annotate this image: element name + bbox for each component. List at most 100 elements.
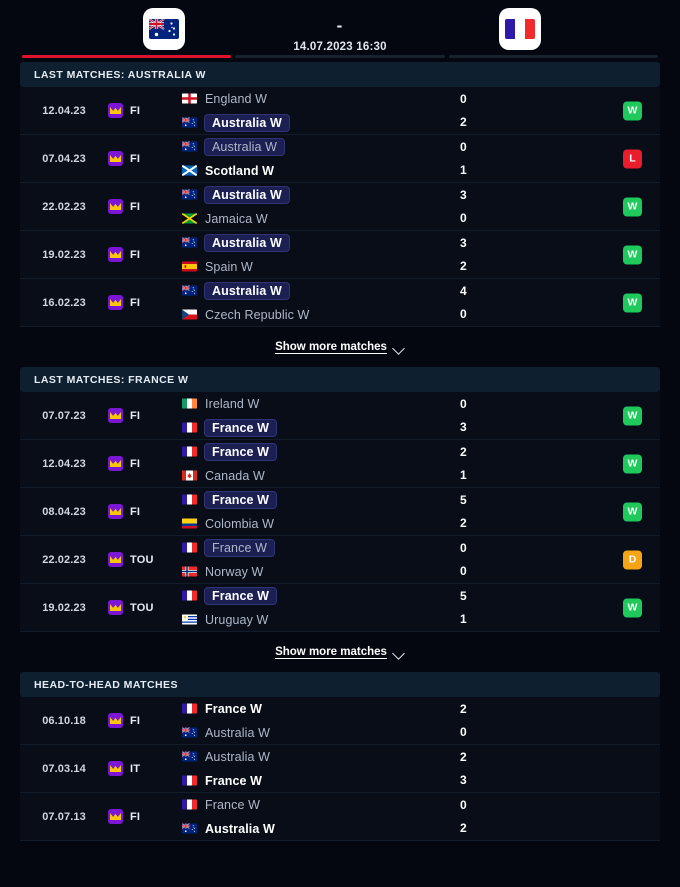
home-team-line[interactable]: Australia W: [182, 279, 660, 303]
team-flag-icon: [182, 470, 197, 481]
away-team-line[interactable]: Australia W: [182, 721, 660, 745]
match-row[interactable]: 22.02.23 TOU France W Norway W00D: [20, 536, 660, 584]
match-row[interactable]: 07.04.23 FI Australia W Scotland W01L: [20, 135, 660, 183]
result-badge: W: [623, 293, 642, 312]
match-row[interactable]: 06.10.18 FI France W Australia W20: [20, 697, 660, 745]
tab-strip[interactable]: [0, 55, 680, 62]
match-row[interactable]: 08.04.23 FI France W Colombia W52W: [20, 488, 660, 536]
section-spacer: [0, 841, 680, 855]
result-badge: W: [623, 454, 642, 473]
match-row[interactable]: 12.04.23 FI France W Canada W21W: [20, 440, 660, 488]
team-name: Spain W: [205, 259, 253, 274]
away-team-line[interactable]: Norway W: [182, 560, 660, 584]
home-score: 2: [460, 701, 467, 716]
score-cell: 21: [460, 440, 467, 487]
home-team-line[interactable]: France W: [182, 584, 660, 608]
competition-abbr: TOU: [130, 553, 154, 566]
team-name: Czech Republic W: [205, 307, 310, 322]
home-team-line[interactable]: Australia W: [182, 745, 660, 769]
competition-logo-icon: [108, 103, 123, 118]
home-team-line[interactable]: Australia W: [182, 183, 660, 207]
teams-cell: Australia W Scotland W: [182, 135, 660, 183]
home-team-line[interactable]: France W: [182, 488, 660, 512]
team-name: France W: [205, 773, 263, 788]
teams-cell: Australia W France W: [182, 745, 660, 793]
competition-cell[interactable]: FI: [108, 713, 182, 728]
away-team-line[interactable]: France W: [182, 769, 660, 793]
match-date: 19.02.23: [42, 248, 86, 261]
result-cell: W: [623, 293, 642, 312]
home-score: 5: [460, 588, 467, 603]
away-team-line[interactable]: Jamaica W: [182, 207, 660, 231]
match-row[interactable]: 07.07.13 FI France W Australia W02: [20, 793, 660, 841]
team-flag-icon: [182, 494, 197, 505]
match-row[interactable]: 07.03.14 IT Australia W France W23: [20, 745, 660, 793]
team-name: Australia W: [205, 821, 275, 836]
away-team-line[interactable]: France W: [182, 416, 660, 440]
away-score: 1: [460, 612, 467, 627]
competition-cell[interactable]: IT: [108, 761, 182, 776]
home-team-line[interactable]: England W: [182, 87, 660, 111]
team-flag-icon: [182, 285, 197, 296]
competition-cell[interactable]: FI: [108, 504, 182, 519]
competition-logo-icon: [108, 151, 123, 166]
teams-cell: Australia W Czech Republic W: [182, 279, 660, 327]
away-team-line[interactable]: Colombia W: [182, 512, 660, 536]
result-cell: L: [623, 149, 642, 168]
away-team-line[interactable]: Spain W: [182, 255, 660, 279]
away-team-line[interactable]: Czech Republic W: [182, 303, 660, 327]
competition-cell[interactable]: FI: [108, 247, 182, 262]
match-date: 07.07.23: [42, 409, 86, 422]
away-team-line[interactable]: Australia W: [182, 111, 660, 135]
match-row[interactable]: 19.02.23 FI Australia W Spain W32W: [20, 231, 660, 279]
score-cell: 02: [460, 87, 467, 134]
competition-cell[interactable]: FI: [108, 809, 182, 824]
competition-cell[interactable]: TOU: [108, 600, 182, 615]
tab-overview-indicator[interactable]: [22, 55, 232, 58]
result-badge: W: [623, 598, 642, 617]
away-team-line[interactable]: Uruguay W: [182, 608, 660, 632]
match-row[interactable]: 12.04.23 FI England W Australia W02W: [20, 87, 660, 135]
competition-cell[interactable]: FI: [108, 199, 182, 214]
section-title: LAST MATCHES: FRANCE W: [20, 367, 660, 392]
team-name: Australia W: [204, 137, 286, 156]
match-date: 22.02.23: [42, 200, 86, 213]
away-team-line[interactable]: Canada W: [182, 464, 660, 488]
match-list: 06.10.18 FI France W Australia W 2 0 07.03.14 I…: [20, 697, 660, 841]
home-score: 3: [460, 235, 467, 250]
competition-cell[interactable]: FI: [108, 151, 182, 166]
team-flag-icon: [182, 141, 197, 152]
competition-logo-icon: [108, 247, 123, 262]
competition-cell[interactable]: FI: [108, 103, 182, 118]
home-score: 0: [460, 91, 467, 106]
match-row[interactable]: 16.02.23 FI Australia W Czech Republic W40W: [20, 279, 660, 327]
result-cell: W: [623, 101, 642, 120]
competition-cell[interactable]: FI: [108, 456, 182, 471]
home-team-line[interactable]: France W: [182, 697, 660, 721]
competition-cell[interactable]: FI: [108, 295, 182, 310]
show-more-matches-button[interactable]: Show more matches: [0, 632, 680, 672]
home-score: 5: [460, 492, 467, 507]
team-name: Uruguay W: [205, 612, 269, 627]
score-cell: 00: [460, 536, 467, 583]
away-score: 2: [460, 821, 467, 836]
away-team-line[interactable]: Scotland W: [182, 159, 660, 183]
home-team-line[interactable]: Ireland W: [182, 392, 660, 416]
match-row[interactable]: 07.07.23 FI Ireland W France W03W: [20, 392, 660, 440]
competition-cell[interactable]: TOU: [108, 552, 182, 567]
result-badge: L: [623, 149, 642, 168]
home-team-line[interactable]: Australia W: [182, 231, 660, 255]
home-team-line[interactable]: Australia W: [182, 135, 660, 159]
match-row[interactable]: 22.02.23 FI Australia W Jamaica W30W: [20, 183, 660, 231]
away-team-line[interactable]: Australia W: [182, 817, 660, 841]
show-more-matches-button[interactable]: Show more matches: [0, 327, 680, 367]
match-row[interactable]: 19.02.23 TOU France W Uruguay W51W: [20, 584, 660, 632]
home-team-line[interactable]: France W: [182, 440, 660, 464]
tab-secondary-indicator[interactable]: [235, 55, 445, 58]
tab-tertiary-indicator[interactable]: [448, 55, 658, 58]
score-cell: 51: [460, 584, 467, 631]
home-team-line[interactable]: France W: [182, 536, 660, 560]
competition-cell[interactable]: FI: [108, 408, 182, 423]
home-team-line[interactable]: France W: [182, 793, 660, 817]
away-score: 1: [460, 163, 467, 178]
